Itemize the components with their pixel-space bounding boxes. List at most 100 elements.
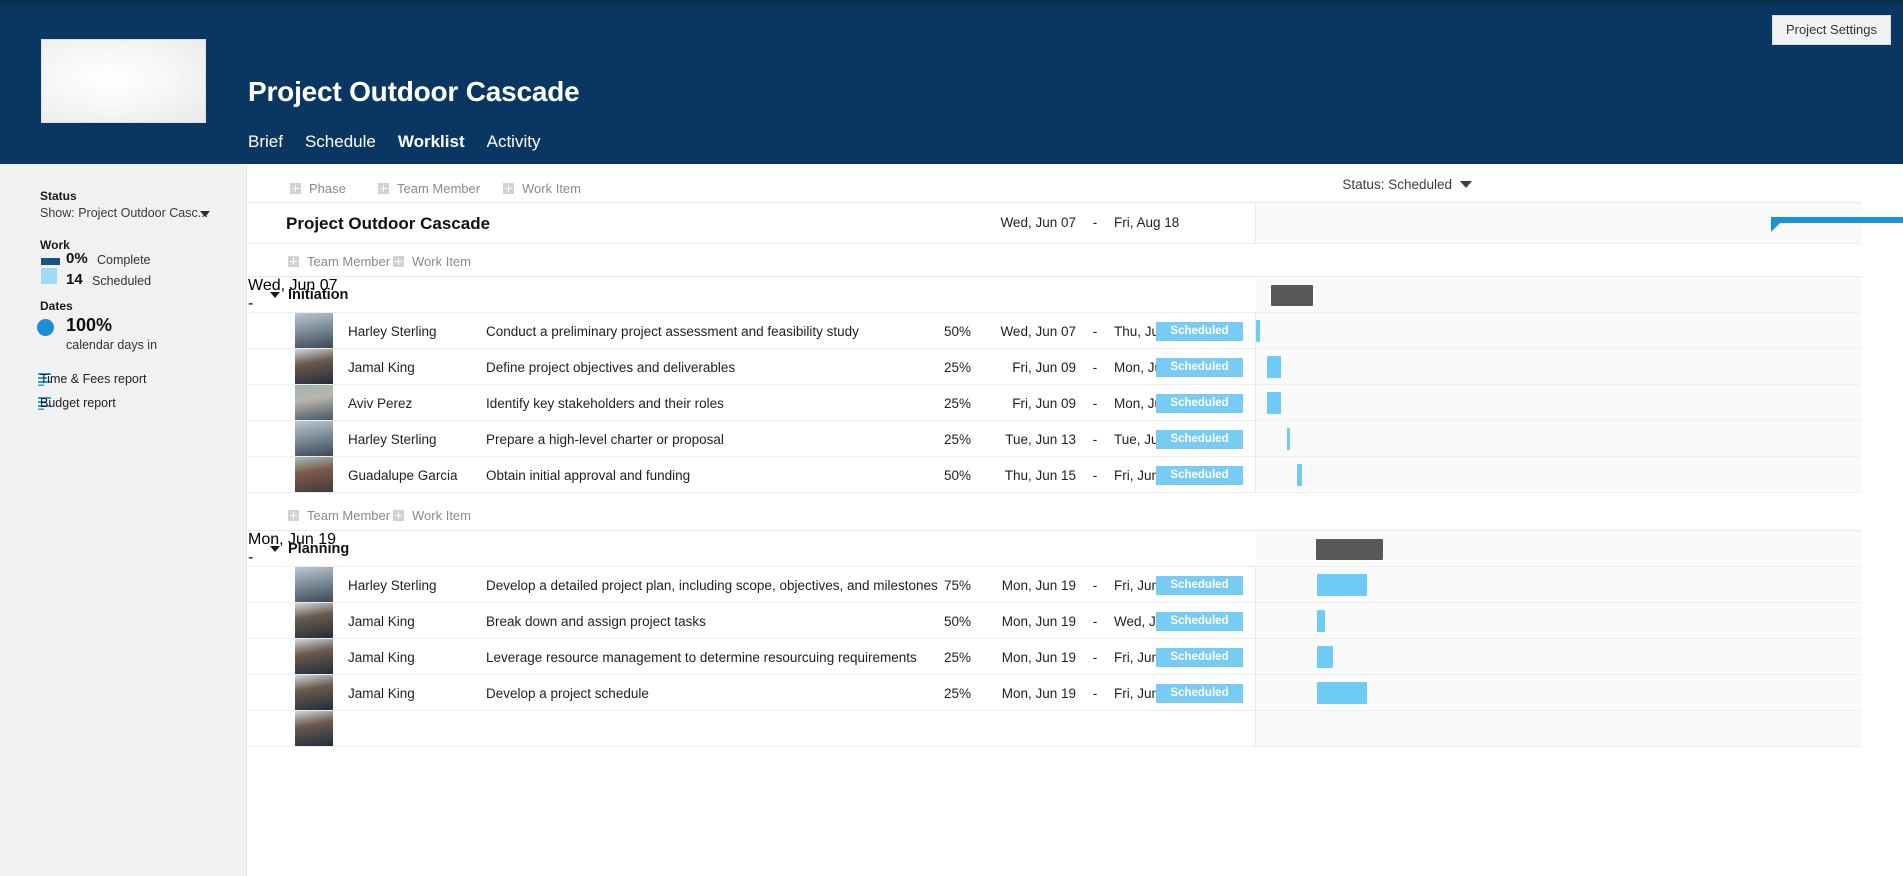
subgroup-chip-work-item-2[interactable]: Work Item [393,508,471,523]
avatar [295,711,333,746]
tab-schedule[interactable]: Schedule [305,131,376,153]
table-row[interactable]: Jamal King Develop a project schedule 25… [248,675,1861,711]
gantt-task-bar[interactable] [1287,428,1290,450]
avatar [295,385,333,420]
gantt-task-bar[interactable] [1267,356,1281,378]
row-task-name: Develop a project schedule [486,686,649,701]
row-person: Harley Sterling [348,324,437,339]
gantt-cell [1256,203,1903,243]
status-filter-dropdown[interactable]: Status: Scheduled [1342,177,1472,192]
row-dash: - [1092,360,1098,375]
subgroup-chip-team-member-1[interactable]: Team Member [288,254,390,269]
status-badge[interactable]: Scheduled [1156,466,1243,485]
gantt-task-bar[interactable] [1317,646,1333,668]
row-percent: 25% [943,432,971,447]
table-row[interactable]: Jamal King Leverage resource management … [248,639,1861,675]
group-chip-label: Phase [309,181,346,196]
primary-nav: Brief Schedule Worklist Activity [248,131,540,153]
row-dash: - [1092,614,1098,629]
work-complete-label: Complete [97,253,151,267]
row-person: Harley Sterling [348,578,437,593]
table-row[interactable]: Harley Sterling Conduct a preliminary pr… [248,313,1861,349]
table-row[interactable]: Aviv Perez Identify key stakeholders and… [248,385,1861,421]
plus-icon [290,183,301,194]
tab-activity[interactable]: Activity [487,131,541,153]
status-badge[interactable]: Scheduled [1156,358,1243,377]
work-complete-value: 0% [66,250,88,267]
row-percent: 50% [943,614,971,629]
gantt-task-bar[interactable] [1297,464,1302,486]
avatar [295,313,333,348]
table-row[interactable]: Guadalupe Garcia Obtain initial approval… [248,457,1861,493]
project-summary-dash: - [1092,215,1098,230]
gantt-task-bar[interactable] [1317,610,1325,632]
row-person: Jamal King [348,614,415,629]
dates-sub-label: calendar days in [66,338,158,352]
gantt-cell [1256,531,1861,566]
table-row[interactable]: Harley Sterling Prepare a high-level cha… [248,421,1861,457]
gantt-task-bar[interactable] [1256,320,1260,342]
row-person: Harley Sterling [348,432,437,447]
sidebar-status-heading: Status [40,189,77,203]
row-person: Jamal King [348,650,415,665]
gantt-cell [1256,385,1861,420]
gantt-phase-bar[interactable] [1271,285,1313,306]
phase-header-planning[interactable]: Planning Mon, Jun 19 - Thu, Jul 06 [248,531,1861,584]
table-row[interactable] [248,711,1861,747]
gantt-task-bar[interactable] [1267,392,1281,414]
row-task-name: Obtain initial approval and funding [486,468,691,483]
avatar [295,457,333,492]
tab-brief[interactable]: Brief [248,131,283,153]
row-dash: - [1092,432,1098,447]
budget-report-link[interactable]: Budget report [40,396,116,410]
row-task-name: Prepare a high-level charter or proposal [486,432,724,447]
project-summary-title: Project Outdoor Cascade [286,214,491,233]
tab-worklist[interactable]: Worklist [398,131,465,153]
status-badge[interactable]: Scheduled [1156,576,1243,595]
row-start: Mon, Jun 19 [1001,686,1076,701]
subgroup-chip-label: Team Member [307,254,391,269]
status-badge[interactable]: Scheduled [1156,684,1243,703]
status-filter-label: Status: Scheduled [1342,177,1452,192]
subgroup-chip-team-member-2[interactable]: Team Member [288,508,390,523]
row-start: Fri, Jun 09 [1012,396,1076,411]
chevron-down-icon[interactable] [270,292,280,298]
gantt-task-bar[interactable] [1317,682,1367,704]
status-badge[interactable]: Scheduled [1156,612,1243,631]
worklist-main: Phase Team Member Work Item Status: Sche… [248,164,1903,876]
status-badge[interactable]: Scheduled [1156,648,1243,667]
sidebar-status-show[interactable]: Show: Project Outdoor Casc... [40,206,208,220]
gantt-cell [1256,457,1861,492]
project-settings-button[interactable]: Project Settings [1771,15,1891,45]
row-task-name: Break down and assign project tasks [486,614,706,629]
status-badge[interactable]: Scheduled [1156,394,1243,413]
group-chip-work-item[interactable]: Work Item [503,181,581,196]
subgroup-chip-work-item-1[interactable]: Work Item [393,254,471,269]
project-summary-row: Project Outdoor Cascade Wed, Jun 07 - Fr… [248,203,1903,244]
sidebar-dates-heading: Dates [40,299,73,313]
project-thumbnail [41,39,206,123]
table-row[interactable]: Jamal King Break down and assign project… [248,603,1861,639]
table-row[interactable]: Harley Sterling Develop a detailed proje… [248,567,1861,603]
status-badge[interactable]: Scheduled [1156,322,1243,341]
table-row[interactable]: Jamal King Define project objectives and… [248,349,1861,385]
chevron-down-icon[interactable] [270,546,280,552]
plus-icon [393,256,404,267]
avatar [295,421,333,456]
row-start: Fri, Jun 09 [1012,360,1076,375]
time-fees-report-link[interactable]: Time & Fees report [40,372,147,386]
phase-name: Initiation [288,287,349,303]
gantt-phase-bar[interactable] [1316,539,1383,560]
project-summary-end: Fri, Aug 18 [1114,215,1180,230]
group-chip-team-member[interactable]: Team Member [378,181,480,196]
row-task-name: Leverage resource management to determin… [486,650,917,665]
gantt-cell [1256,639,1861,674]
gantt-task-bar[interactable] [1317,574,1367,596]
phase-header-initiation[interactable]: Initiation Wed, Jun 07 - Fri, Jun 16 [248,277,1861,330]
group-chip-phase[interactable]: Phase [290,181,346,196]
chevron-down-icon[interactable] [200,211,210,217]
status-badge[interactable]: Scheduled [1156,430,1243,449]
gantt-project-summary-bar[interactable] [1771,217,1903,232]
plus-icon [503,183,514,194]
plus-icon [393,510,404,521]
